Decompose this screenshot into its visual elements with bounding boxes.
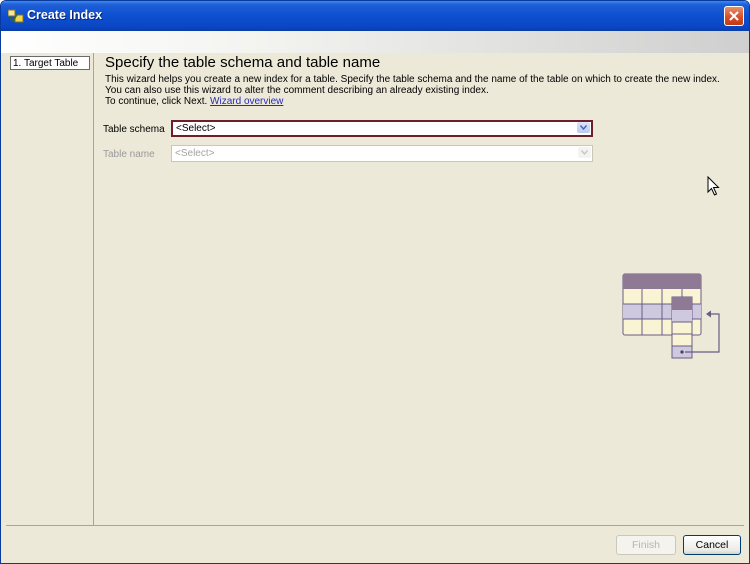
title-bar[interactable]: Create Index <box>1 1 749 31</box>
description-line-2: You can also use this wizard to alter th… <box>105 85 489 96</box>
wizard-overview-link[interactable]: Wizard overview <box>210 96 283 107</box>
finish-button[interactable]: Finish <box>616 535 676 555</box>
table-schema-value: <Select> <box>176 123 216 134</box>
table-name-value: <Select> <box>175 148 215 159</box>
page-title: Specify the table schema and table name <box>105 54 381 71</box>
table-index-illustration <box>622 273 720 359</box>
steps-panel: 1. Target Table <box>6 53 94 525</box>
chevron-down-icon <box>581 150 588 155</box>
continue-text: To continue, click Next. <box>105 96 208 107</box>
table-schema-label: Table schema <box>103 124 165 135</box>
table-name-select[interactable]: <Select> <box>171 145 593 162</box>
footer-divider <box>6 525 744 526</box>
cancel-button[interactable]: Cancel <box>683 535 741 555</box>
window-title: Create Index <box>27 8 103 22</box>
header-strip <box>1 31 749 53</box>
table-schema-select[interactable]: <Select> <box>171 120 593 137</box>
wizard-content: Specify the table schema and table name … <box>94 53 744 525</box>
description: This wizard helps you create a new index… <box>105 74 720 107</box>
table-name-dropdown-button[interactable] <box>578 147 591 158</box>
table-schema-dropdown-button[interactable] <box>577 122 590 133</box>
step-target-table[interactable]: 1. Target Table <box>10 56 90 70</box>
create-index-window: Create Index 1. Target Table Specify the… <box>0 0 750 564</box>
table-name-label: Table name <box>103 149 155 160</box>
description-line-1: This wizard helps you create a new index… <box>105 74 720 85</box>
create-index-icon <box>8 9 24 23</box>
close-button[interactable] <box>724 6 744 26</box>
chevron-down-icon <box>580 125 587 130</box>
close-icon <box>729 11 739 21</box>
mouse-cursor-icon <box>707 176 720 196</box>
description-line-3: To continue, click Next. Wizard overview <box>105 96 720 107</box>
